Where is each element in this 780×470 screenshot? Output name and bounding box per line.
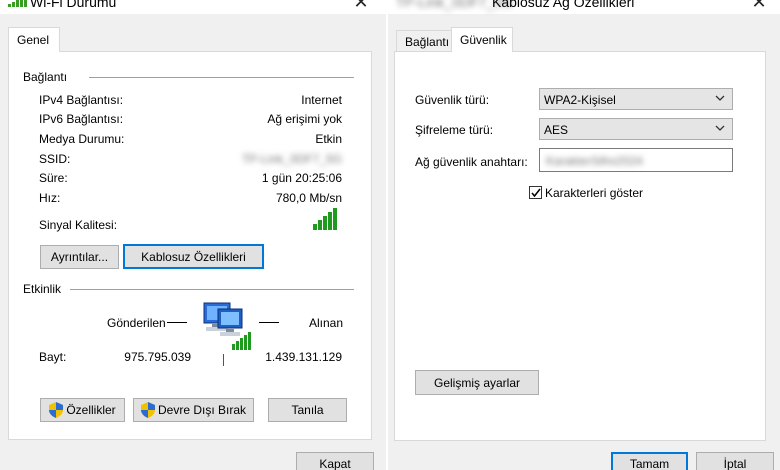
ipv6-value: Ağ erişimi yok [267, 112, 342, 126]
chevron-down-icon [715, 125, 725, 131]
network-computers-icon [203, 302, 251, 350]
bytes-separator [223, 354, 224, 366]
bytes-label: Bayt: [39, 350, 67, 364]
media-state-label: Medya Durumu: [39, 132, 125, 146]
disable-button-label: Devre Dışı Bırak [157, 403, 247, 417]
security-key-field[interactable]: KarakterSifre2024 [539, 148, 733, 172]
wifi-signal-icon [8, 0, 27, 7]
media-state-value: Etkin [315, 132, 342, 146]
close-icon[interactable]: ✕ [350, 0, 372, 13]
ssid-value: TP-Link_0DF7_5G [241, 152, 342, 166]
duration-label: Süre: [39, 171, 68, 185]
encryption-type-value: AES [544, 123, 569, 137]
activity-heading: Etkinlik [23, 282, 62, 296]
close-icon[interactable]: ✕ [748, 0, 770, 13]
speed-label: Hız: [39, 191, 61, 205]
ipv4-value: Internet [301, 93, 342, 107]
tab-general[interactable]: Genel [8, 27, 60, 52]
disable-button[interactable]: Devre Dışı Bırak [133, 398, 254, 422]
divider [70, 289, 354, 290]
received-line [259, 322, 279, 323]
security-panel: Güvenlik türü: WPA2-Kişisel Şifreleme tü… [394, 51, 766, 441]
close-button[interactable]: Kapat [296, 452, 374, 470]
title-bar: Wi-Fi Durumu ✕ [0, 0, 386, 14]
cancel-button[interactable]: İptal [696, 452, 774, 470]
tab-security[interactable]: Güvenlik [451, 27, 513, 52]
security-type-label: Güvenlik türü: [415, 93, 490, 107]
properties-button-label: Özellikler [66, 403, 116, 417]
signal-quality-label: Sinyal Kalitesi: [39, 218, 118, 232]
advanced-settings-button[interactable]: Gelişmiş ayarlar [415, 370, 539, 395]
speed-value: 780,0 Mb/sn [275, 191, 342, 205]
chevron-down-icon [715, 95, 725, 101]
ipv6-label: IPv6 Bağlantısı: [39, 112, 124, 126]
uac-shield-icon [140, 402, 155, 418]
general-panel: Bağlantı IPv4 Bağlantısı: Internet IPv6 … [8, 51, 372, 440]
security-key-value: KarakterSifre2024 [546, 154, 643, 168]
uac-shield-icon [49, 402, 64, 418]
details-button[interactable]: Ayrıntılar... [40, 245, 119, 269]
encryption-type-label: Şifreleme türü: [415, 123, 494, 137]
properties-button[interactable]: Özellikler [40, 398, 125, 422]
encryption-type-select[interactable]: AES [539, 118, 733, 140]
tab-connection[interactable]: Bağlantı [396, 30, 452, 52]
screen: { "wifi_status": { "title": "Wi-Fi Durum… [0, 0, 780, 470]
wireless-properties-window: TP-Link_0DF7_5G Kablosuz Ağ Özellikleri … [388, 0, 780, 470]
title-bar: TP-Link_0DF7_5G Kablosuz Ağ Özellikleri … [388, 0, 780, 14]
received-bytes-value: 1.439.131.129 [265, 350, 342, 364]
ipv4-label: IPv4 Bağlantısı: [39, 93, 124, 107]
show-characters-checkbox[interactable] [529, 186, 542, 199]
ok-button[interactable]: Tamam [611, 452, 688, 470]
divider [89, 77, 354, 78]
sent-bytes-value: 975.795.039 [124, 350, 191, 364]
window-title: Wi-Fi Durumu [30, 0, 117, 10]
security-type-value: WPA2-Kişisel [544, 93, 616, 107]
security-key-label: Ağ güvenlik anahtarı: [415, 155, 528, 169]
ssid-label: SSID: [39, 152, 71, 166]
connection-heading: Bağlantı [23, 70, 68, 84]
window-title: Kablosuz Ağ Özellikleri [492, 0, 635, 10]
show-characters-label: Karakterleri göster [545, 186, 644, 200]
wireless-properties-button[interactable]: Kablosuz Özellikleri [123, 244, 264, 269]
received-label: Alınan [309, 316, 344, 330]
security-type-select[interactable]: WPA2-Kişisel [539, 88, 733, 110]
diagnose-button[interactable]: Tanıla [268, 398, 347, 422]
signal-bars-icon [313, 208, 337, 230]
sent-label: Gönderilen [107, 316, 166, 330]
duration-value: 1 gün 20:25:06 [261, 171, 342, 185]
wifi-status-window: Wi-Fi Durumu ✕ Genel Bağlantı IPv4 Bağla… [0, 0, 386, 470]
sent-line [167, 322, 187, 323]
checkmark-icon [531, 188, 541, 198]
